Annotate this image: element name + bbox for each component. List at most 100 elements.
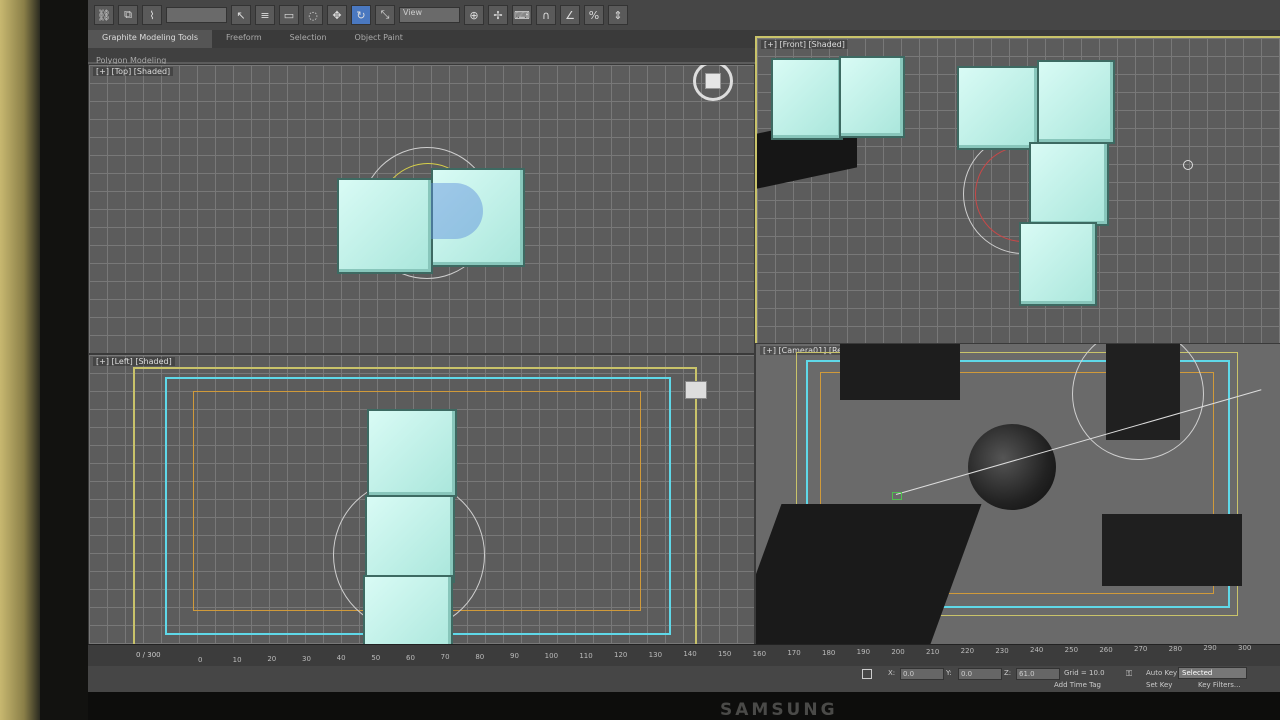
lock-icon[interactable]	[862, 669, 872, 679]
timeline-tick-label: 280	[1168, 644, 1183, 653]
x-coord-label: X:	[888, 669, 896, 677]
select-manipulate-icon[interactable]: ✢	[488, 5, 508, 25]
timeline-tick-label: 70	[440, 653, 450, 662]
timeline-tick-label: 270	[1134, 645, 1148, 654]
timeline-tick-label: 180	[822, 648, 836, 657]
box-shadow	[840, 344, 960, 400]
viewport-top-label[interactable]: [+] [Top] [Shaded]	[93, 67, 174, 76]
box-shadow	[756, 504, 982, 644]
unlink-icon[interactable]: ⧉	[118, 5, 138, 25]
timeline-tick-label: 200	[891, 648, 905, 656]
grid-size: Grid = 10.0	[1064, 669, 1105, 677]
light-target-icon[interactable]	[1183, 160, 1193, 170]
timeline-tick-label: 300	[1238, 644, 1252, 652]
timeline-tick-label: 160	[752, 649, 767, 658]
viewport-camera[interactable]: [+] [Camera01] [Realistic]	[755, 343, 1280, 645]
timeline-tick-label: 130	[648, 650, 663, 659]
z-coord-label: Z:	[1004, 669, 1012, 677]
viewport-top[interactable]: [+] [Top] [Shaded]	[88, 64, 755, 354]
sphere-object[interactable]	[968, 424, 1056, 510]
box-object[interactable]	[363, 575, 453, 645]
timeline-tick-label: 110	[579, 651, 593, 660]
snap-toggle-icon[interactable]: ∩	[536, 5, 556, 25]
viewport-left-label[interactable]: [+] [Left] [Shaded]	[93, 357, 175, 366]
selection-filter-dropdown[interactable]	[166, 7, 227, 23]
timeline-tick-label: 100	[544, 652, 559, 660]
select-by-name-icon[interactable]: ≡	[255, 5, 275, 25]
timeline-tick-label: 150	[718, 650, 732, 658]
y-coord-label: Y:	[946, 669, 952, 677]
box-object[interactable]	[367, 409, 457, 497]
box-object[interactable]	[1037, 60, 1115, 144]
box-object[interactable]	[771, 58, 843, 140]
max-screen: ⛓ ⧉ ⌇ ↖ ≡ ▭ ◌ ✥ ↻ ⤡ View ⊕ ✢ ⌨ ∩ ∠ % ⇕ G…	[88, 0, 1280, 692]
link-icon[interactable]: ⛓	[94, 5, 114, 25]
timeline-tick-label: 50	[371, 654, 381, 662]
angle-snap-icon[interactable]: ∠	[560, 5, 580, 25]
box-object[interactable]	[839, 56, 905, 138]
rectangle-selection-icon[interactable]: ▭	[279, 5, 299, 25]
monitor-bezel-bottom	[88, 690, 1280, 720]
box-object[interactable]	[957, 66, 1039, 150]
select-object-icon[interactable]: ↖	[231, 5, 251, 25]
timeline-tick-label: 30	[302, 654, 311, 663]
percent-snap-icon[interactable]: %	[584, 5, 604, 25]
pivot-center-icon[interactable]: ⊕	[464, 5, 484, 25]
timeline-tick-label: 20	[267, 655, 277, 664]
keyboard-shortcut-icon[interactable]: ⌨	[512, 5, 532, 25]
y-coord-field[interactable]: 0.0	[958, 668, 1002, 680]
timeline-tick-label: 0	[198, 656, 203, 664]
key-icon: ⚿	[1126, 669, 1133, 678]
monitor-brand: SAMSUNG	[720, 700, 838, 720]
main-toolbar: ⛓ ⧉ ⌇ ↖ ≡ ▭ ◌ ✥ ↻ ⤡ View ⊕ ✢ ⌨ ∩ ∠ % ⇕	[88, 0, 1280, 30]
ribbon-tab-object-paint[interactable]: Object Paint	[341, 30, 417, 48]
timeline-tick-label: 250	[1064, 646, 1079, 654]
ribbon-tab-freeform[interactable]: Freeform	[212, 30, 276, 48]
key-filters-button[interactable]: Key Filters...	[1198, 681, 1241, 689]
viewcube-icon[interactable]	[693, 65, 733, 101]
timeline-tick-label: 210	[926, 647, 940, 656]
track-bar[interactable]: 0 10 20 30 40 50 60 70 80 90 100 110 120 130 140 150 160…	[88, 644, 1251, 664]
timeline-tick-label: 10	[232, 655, 242, 664]
timeline-tick-label: 90	[510, 652, 519, 661]
viewport-front[interactable]: [+] [Front] [Shaded]	[755, 36, 1280, 345]
ribbon-tab-modeling[interactable]: Graphite Modeling Tools	[88, 30, 213, 48]
timeline-tick-label: 170	[787, 649, 801, 658]
timeline-tick-label: 140	[683, 650, 697, 659]
spinner-snap-icon[interactable]: ⇕	[608, 5, 628, 25]
auto-key-button[interactable]: Auto Key	[1146, 669, 1177, 677]
set-key-button[interactable]: Set Key	[1146, 681, 1172, 689]
box-object[interactable]	[1029, 142, 1109, 226]
box-object[interactable]	[365, 495, 455, 583]
timeline-tick-label: 120	[614, 651, 628, 660]
selected-dropdown[interactable]: Selected	[1178, 667, 1247, 679]
timeline-tick-label: 240	[1030, 646, 1044, 655]
box-shadow	[1102, 514, 1242, 586]
viewport-left[interactable]: [+] [Left] [Shaded]	[88, 354, 755, 646]
reference-coord-dropdown[interactable]: View	[399, 7, 460, 23]
move-icon[interactable]: ✥	[327, 5, 347, 25]
box-object[interactable]	[337, 178, 433, 274]
timeline-tick-label: 80	[475, 652, 485, 661]
window-crossing-icon[interactable]: ◌	[303, 5, 323, 25]
timeline-tick-label: 220	[960, 647, 975, 656]
bind-spacewarp-icon[interactable]: ⌇	[142, 5, 162, 25]
viewport-front-label[interactable]: [+] [Front] [Shaded]	[761, 40, 848, 49]
timeline-tick-label: 190	[856, 648, 871, 657]
timeline-tick-label: 60	[406, 653, 415, 662]
monitor-bezel-left	[0, 0, 40, 720]
light-icon[interactable]	[685, 381, 707, 399]
timeline-tick-label: 40	[336, 654, 346, 663]
status-bar: X: 0.0 Y: 0.0 Z: 61.0 Grid = 10.0 Add Ti…	[88, 666, 1280, 692]
timeline-tick-label: 260	[1099, 645, 1113, 654]
scale-icon[interactable]: ⤡	[375, 5, 395, 25]
rotate-icon[interactable]: ↻	[351, 5, 371, 25]
x-coord-field[interactable]: 0.0	[900, 668, 944, 680]
z-coord-field[interactable]: 61.0	[1016, 668, 1060, 680]
box-shadow	[1106, 344, 1180, 440]
ribbon-tab-selection[interactable]: Selection	[276, 30, 341, 48]
timeline-tick-label: 290	[1203, 644, 1217, 653]
camera-target-icon[interactable]	[892, 492, 902, 500]
add-time-tag[interactable]: Add Time Tag	[1054, 681, 1101, 689]
box-object[interactable]	[1019, 222, 1097, 306]
